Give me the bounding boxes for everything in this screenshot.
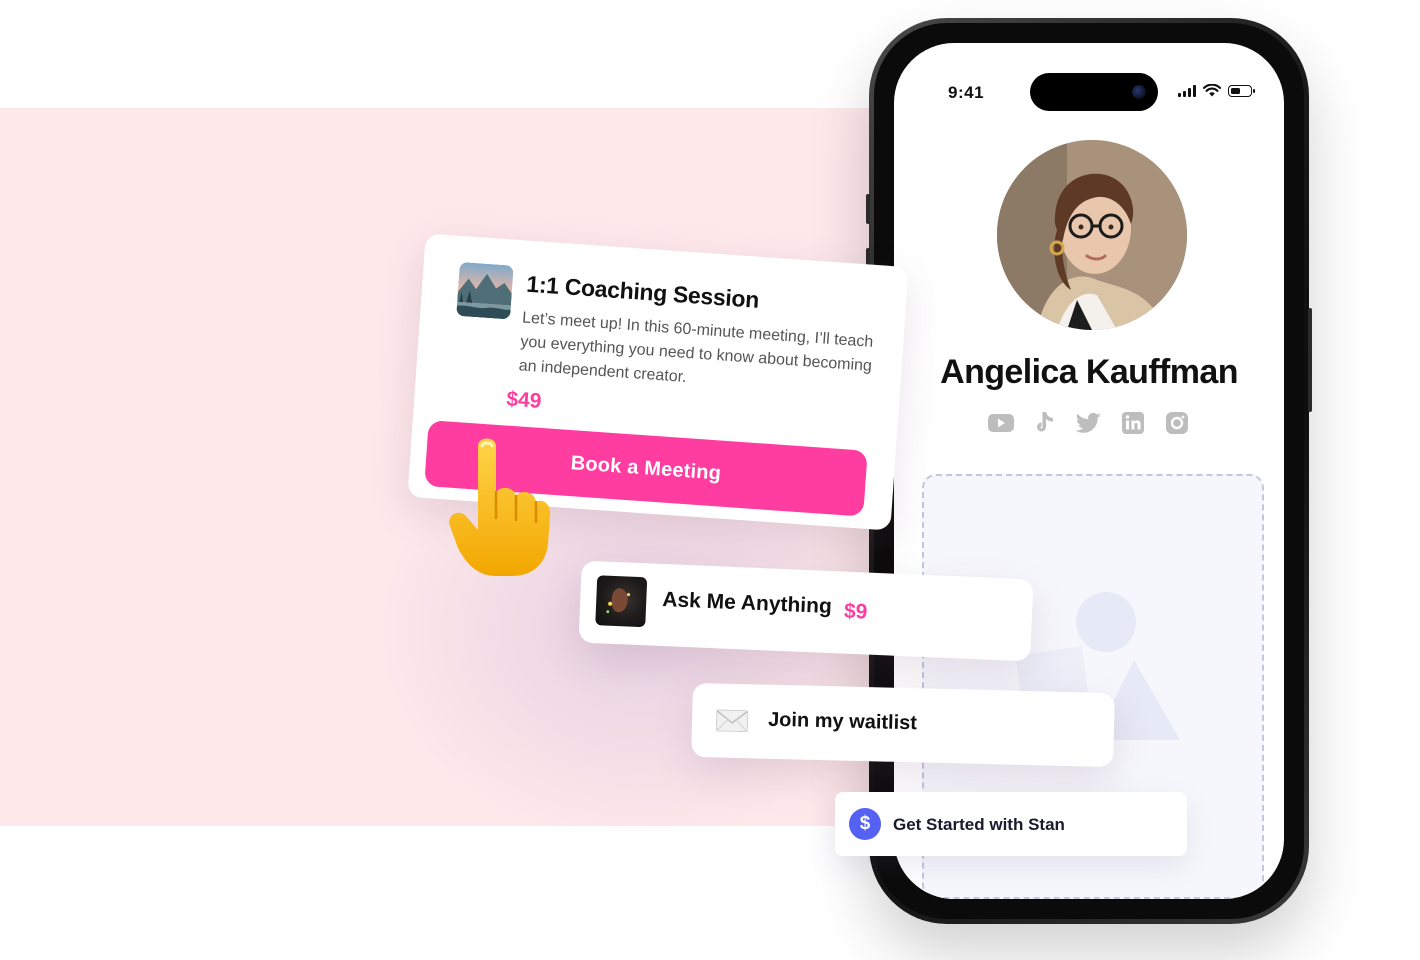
join-waitlist-label: Join my waitlist bbox=[767, 708, 918, 735]
twitter-icon[interactable] bbox=[1075, 409, 1103, 437]
pointing-hand-icon bbox=[448, 432, 552, 580]
battery-icon bbox=[1228, 84, 1255, 97]
coaching-title: 1:1 Coaching Session bbox=[525, 270, 760, 313]
avatar-photo bbox=[997, 140, 1187, 330]
ask-me-anything-price: $9 bbox=[843, 599, 868, 624]
ask-me-anything-thumbnail bbox=[595, 575, 648, 628]
phone-side-button bbox=[866, 194, 870, 224]
phone-bezel: 9:41 Angelica Kauffman bbox=[874, 23, 1304, 919]
signal-icon bbox=[1178, 84, 1196, 97]
tiktok-icon[interactable] bbox=[1031, 409, 1059, 437]
ask-me-anything-label: Ask Me Anything bbox=[661, 587, 833, 619]
phone-screen: 9:41 Angelica Kauffman bbox=[894, 43, 1284, 899]
instagram-icon[interactable] bbox=[1163, 409, 1191, 437]
linkedin-icon[interactable] bbox=[1119, 409, 1147, 437]
coaching-thumbnail bbox=[456, 261, 514, 320]
get-started-stan-label: Get Started with Stan bbox=[893, 815, 1065, 834]
youtube-icon[interactable] bbox=[987, 409, 1015, 437]
status-icons bbox=[1178, 84, 1255, 97]
coaching-description: Let’s meet up! In this 60-minute meeting… bbox=[518, 309, 874, 386]
coaching-price: $49 bbox=[505, 387, 543, 413]
status-time: 9:41 bbox=[948, 83, 985, 102]
wifi-icon bbox=[1203, 84, 1221, 97]
join-waitlist-card[interactable]: Join my waitlist bbox=[691, 682, 1115, 768]
phone-power-button bbox=[1308, 308, 1312, 412]
camera-icon bbox=[1132, 85, 1146, 99]
envelope-icon bbox=[715, 709, 749, 733]
avatar bbox=[997, 140, 1187, 330]
dollar-icon: $ bbox=[849, 808, 881, 840]
dynamic-island bbox=[1030, 73, 1158, 111]
get-started-stan-card[interactable]: $ Get Started with Stan bbox=[835, 792, 1187, 856]
phone-mockup: 9:41 Angelica Kauffman bbox=[866, 18, 1312, 924]
profile-name: Angelica Kauffman bbox=[940, 353, 1238, 391]
social-links bbox=[894, 409, 1284, 437]
